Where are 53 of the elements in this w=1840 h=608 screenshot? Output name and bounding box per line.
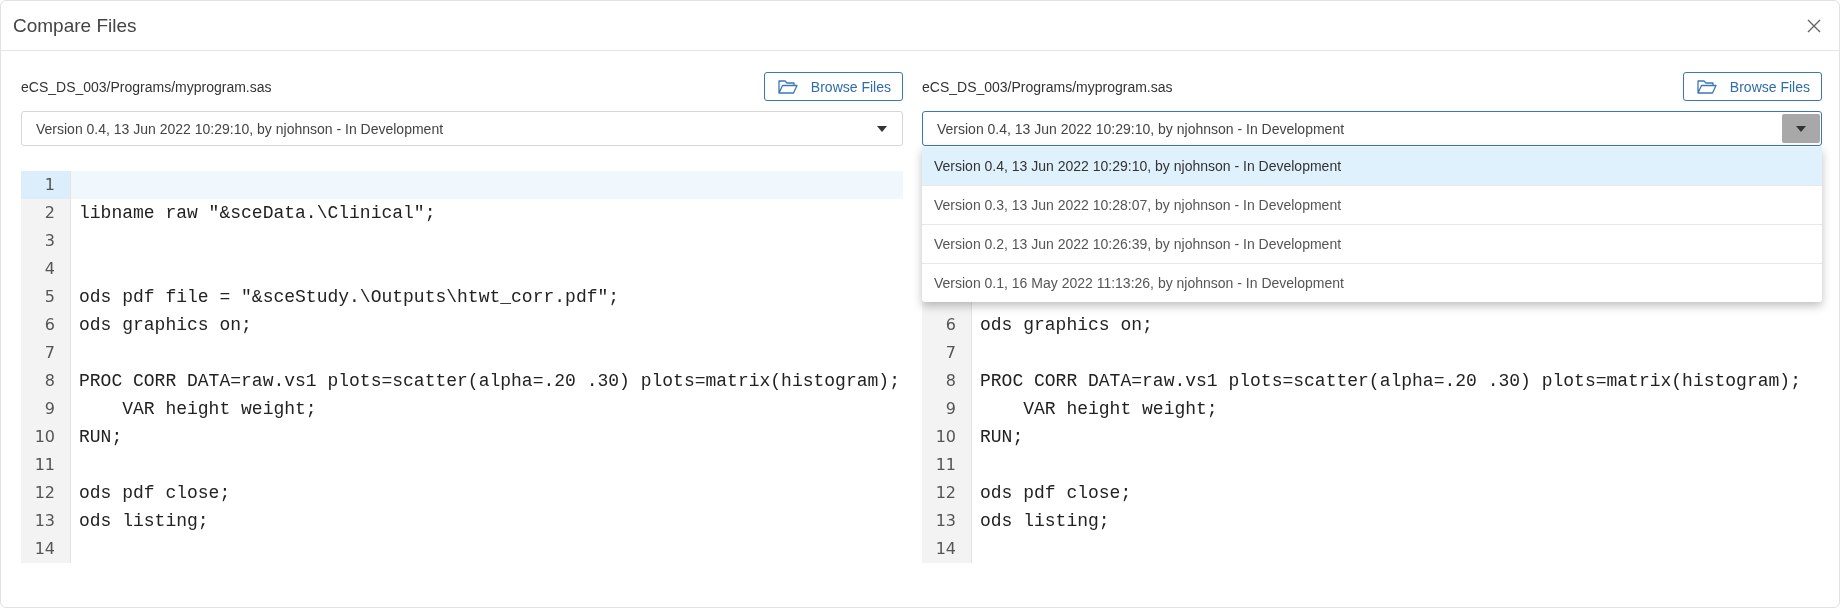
browse-files-button[interactable]: Browse Files — [763, 72, 903, 101]
close-icon[interactable] — [1807, 18, 1821, 33]
line-number: 4 — [43, 258, 56, 280]
folder-icon — [777, 78, 798, 95]
line-number: 11 — [33, 454, 56, 476]
line-number: 7 — [944, 342, 957, 364]
version-option[interactable]: Version 0.2, 13 Jun 2022 10:26:39, by njohnson - In Development — [922, 225, 1822, 264]
code-line: ods graphics on; — [79, 315, 252, 335]
code-line: ods pdf close; — [980, 483, 1132, 503]
line-number: 12 — [33, 482, 56, 504]
code-line: ods listing; — [79, 511, 209, 531]
file-path: eCS_DS_003/Programs/myprogram.sas — [21, 78, 272, 95]
code-line: PROC CORR DATA=raw.vs1 plots=scatter(alpha=.20 .30) plots=matrix(histogram); — [79, 371, 900, 391]
code-line: ods listing; — [980, 511, 1110, 531]
line-number: 9 — [43, 398, 56, 420]
code-line: ods graphics on; — [980, 315, 1153, 335]
line-number: 8 — [944, 370, 957, 392]
code-line: RUN; — [79, 427, 123, 447]
folder-icon — [1696, 78, 1717, 95]
line-number: 1 — [21, 171, 70, 199]
browse-files-button[interactable]: Browse Files — [1682, 72, 1822, 101]
line-number: 13 — [33, 510, 56, 532]
line-number: 2 — [43, 202, 56, 224]
code-line: ods pdf close; — [79, 483, 231, 503]
line-number: 8 — [43, 370, 56, 392]
dropdown-toggle-icon[interactable] — [1782, 114, 1820, 143]
line-number: 7 — [43, 342, 56, 364]
line-number: 10 — [934, 426, 957, 448]
dialog-title: Compare Files — [13, 14, 137, 37]
line-number: 12 — [934, 482, 957, 504]
code-line: VAR height weight; — [121, 399, 317, 419]
line-number: 14 — [934, 538, 957, 560]
version-select[interactable]: Version 0.4, 13 Jun 2022 10:29:10, by njohnson - In Development — [922, 111, 1822, 146]
line-number: 14 — [33, 538, 56, 560]
version-select[interactable]: Version 0.4, 13 Jun 2022 10:29:10, by njohnson - In Development — [21, 111, 903, 146]
line-number: 6 — [944, 314, 957, 336]
caret-icon — [877, 125, 887, 132]
code-line: VAR height weight; — [1022, 399, 1218, 419]
line-number: 11 — [934, 454, 957, 476]
code-line: PROC CORR DATA=raw.vs1 plots=scatter(alpha=.20 .30) plots=matrix(histogram); — [980, 371, 1801, 391]
line-number: 3 — [43, 230, 56, 252]
line-number: 10 — [33, 426, 56, 448]
line-number: 6 — [43, 314, 56, 336]
line-number: 5 — [43, 286, 56, 308]
code-line: libname raw "&sceData.\Clinical"; — [79, 203, 436, 223]
line-number: 13 — [934, 510, 957, 532]
version-option[interactable]: Version 0.4, 13 Jun 2022 10:29:10, by njohnson - In Development — [922, 147, 1822, 186]
file-path: eCS_DS_003/Programs/myprogram.sas — [922, 78, 1173, 95]
version-option[interactable]: Version 0.1, 16 May 2022 11:13:26, by njohnson - In Development — [922, 264, 1822, 302]
version-option[interactable]: Version 0.3, 13 Jun 2022 10:28:07, by njohnson - In Development — [922, 186, 1822, 225]
code-line: ods pdf file = "&sceStudy.\Outputs\htwt_corr.pdf"; — [79, 287, 620, 307]
line-number: 9 — [944, 398, 957, 420]
code-line: RUN; — [980, 427, 1024, 447]
